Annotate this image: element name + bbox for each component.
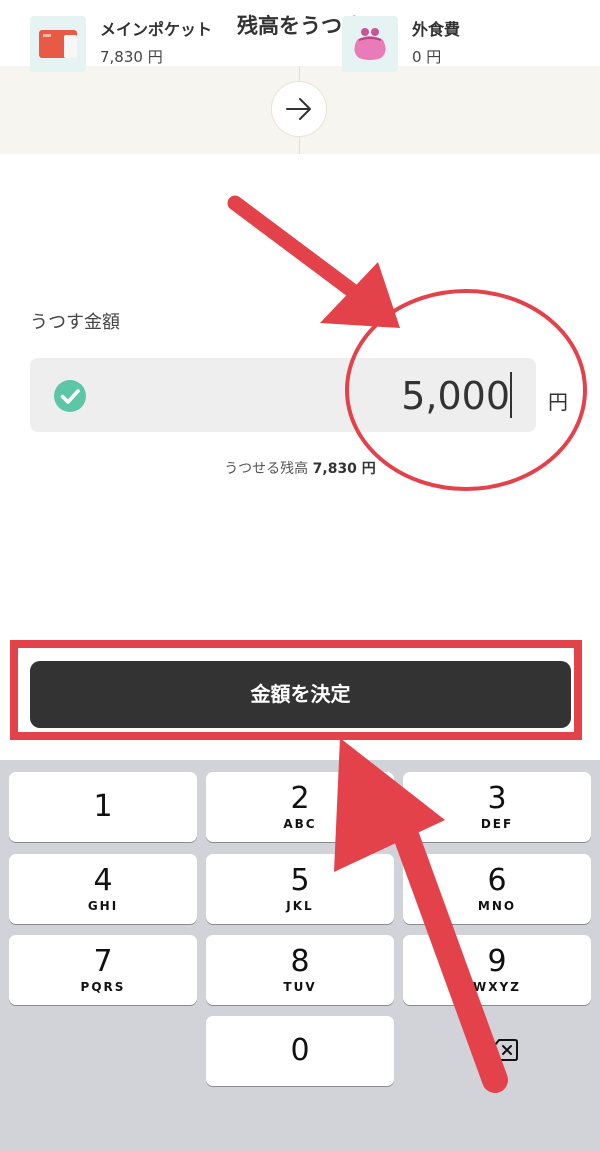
purse-icon <box>342 16 398 72</box>
key-2-digit: 2 <box>290 781 310 816</box>
key-4-letters: GHI <box>87 899 119 913</box>
key-5-digit: 5 <box>290 863 310 898</box>
key-9-digit: 9 <box>487 944 507 979</box>
key-7[interactable]: 7 PQRS <box>9 935 197 1005</box>
source-pocket[interactable]: メインポケット 7,830 円 <box>30 16 212 72</box>
key-3-letters: DEF <box>480 817 514 831</box>
source-pocket-name: メインポケット <box>100 20 213 39</box>
key-1-digit: 1 <box>93 789 113 824</box>
key-8[interactable]: 8 TUV <box>206 935 394 1005</box>
destination-pocket-balance: 0 円 <box>412 48 442 66</box>
arrow-right-icon <box>286 98 311 120</box>
key-3[interactable]: 3 DEF <box>403 772 591 842</box>
destination-pocket[interactable]: 外食費 0 円 <box>342 16 460 72</box>
confirm-amount-button[interactable]: 金額を決定 <box>30 661 571 728</box>
key-3-digit: 3 <box>487 781 507 816</box>
key-7-letters: PQRS <box>80 980 126 994</box>
key-5-letters: JKL <box>286 899 314 913</box>
amount-value: 5,000 <box>401 374 510 418</box>
backspace-icon <box>490 1039 518 1061</box>
key-4-digit: 4 <box>93 863 113 898</box>
key-2[interactable]: 2 ABC <box>206 772 394 842</box>
key-9[interactable]: 9 WXYZ <box>403 935 591 1005</box>
arrow-annotation-top <box>227 195 400 328</box>
amount-label: うつす金額 <box>30 312 120 333</box>
key-5[interactable]: 5 JKL <box>206 854 394 924</box>
key-6-letters: MNO <box>477 899 517 913</box>
backspace-key[interactable] <box>490 1038 518 1062</box>
amount-unit: 円 <box>548 390 568 414</box>
transfer-arrow <box>271 81 327 137</box>
available-balance-label: うつせる残高 <box>224 461 309 477</box>
text-cursor <box>510 372 512 418</box>
key-6[interactable]: 6 MNO <box>403 854 591 924</box>
key-4[interactable]: 4 GHI <box>9 854 197 924</box>
card-icon <box>30 16 86 72</box>
key-1[interactable]: 1 <box>9 772 197 842</box>
check-icon <box>54 380 86 412</box>
key-0[interactable]: 0 <box>206 1016 394 1086</box>
source-pocket-balance: 7,830 円 <box>100 48 163 66</box>
key-0-digit: 0 <box>290 1033 310 1068</box>
key-9-letters: WXYZ <box>473 980 521 994</box>
destination-pocket-name: 外食費 <box>412 20 461 39</box>
key-7-digit: 7 <box>93 944 113 979</box>
key-8-digit: 8 <box>290 944 310 979</box>
key-8-letters: TUV <box>283 980 317 994</box>
key-2-letters: ABC <box>283 817 317 831</box>
available-balance-value: 7,830 円 <box>312 461 376 477</box>
available-balance: うつせる残高 7,830 円 <box>0 458 600 478</box>
key-6-digit: 6 <box>487 863 507 898</box>
